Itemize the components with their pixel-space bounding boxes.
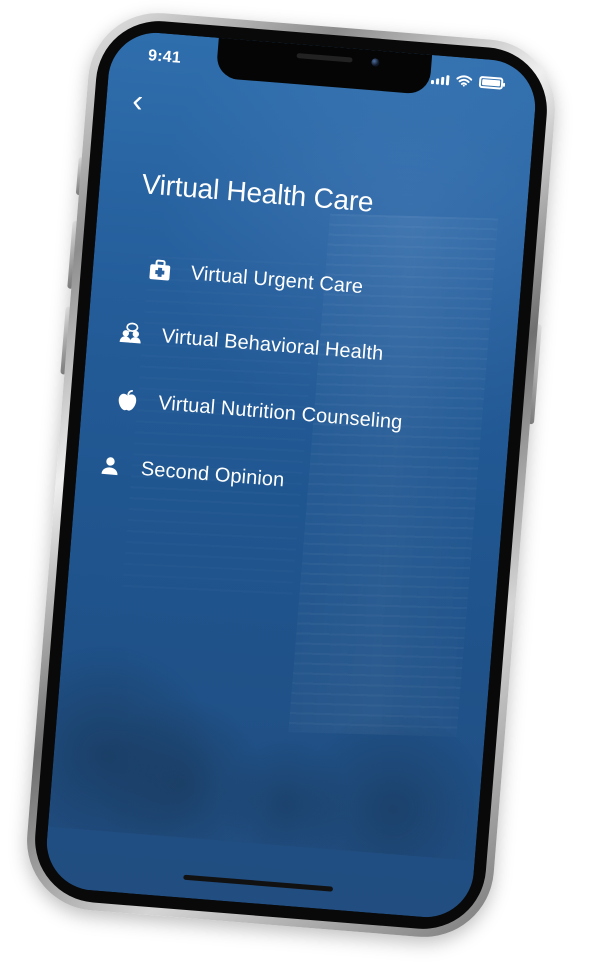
menu-label: Virtual Behavioral Health	[160, 324, 385, 365]
menu-item-virtual-nutrition-counseling[interactable]: Virtual Nutrition Counseling	[111, 384, 403, 437]
menu-label: Second Opinion	[140, 457, 286, 491]
medical-kit-icon	[144, 255, 176, 287]
menu-label: Virtual Urgent Care	[190, 261, 364, 298]
apple-icon	[111, 384, 143, 416]
menu-item-virtual-behavioral-health[interactable]: Virtual Behavioral Health	[115, 318, 385, 369]
screenshot-stage: 9:41 ‹ Virtual Health Care Virtual Urgen…	[0, 0, 590, 963]
person-icon	[94, 450, 126, 482]
menu-item-second-opinion[interactable]: Second Opinion	[94, 450, 286, 495]
menu-item-virtual-urgent-care[interactable]: Virtual Urgent Care	[144, 255, 364, 302]
people-chat-icon	[115, 318, 147, 350]
main-content: Virtual Health Care Virtual Urgent Care	[43, 29, 539, 921]
menu-label: Virtual Nutrition Counseling	[157, 391, 404, 434]
app-screen: 9:41 ‹ Virtual Health Care Virtual Urgen…	[43, 29, 539, 921]
phone-mockup: 9:41 ‹ Virtual Health Care Virtual Urgen…	[21, 7, 561, 943]
page-title: Virtual Health Care	[140, 168, 375, 218]
